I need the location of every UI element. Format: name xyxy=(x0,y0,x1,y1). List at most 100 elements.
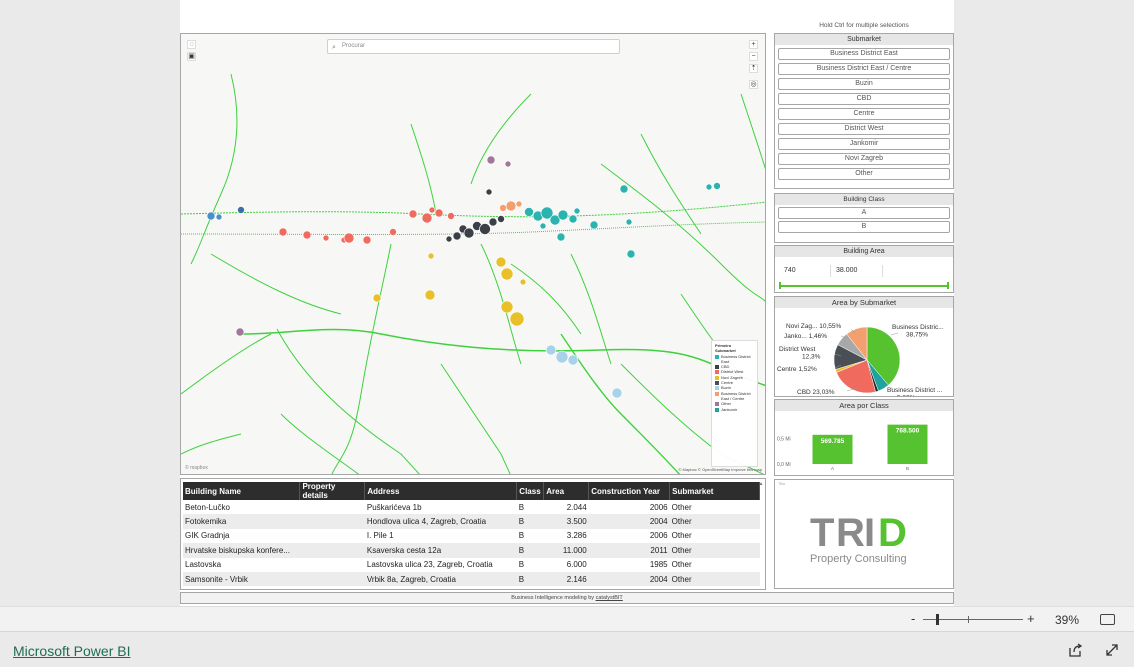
table-cell: 1985 xyxy=(649,560,668,570)
table-cell: B xyxy=(518,531,525,541)
column-header[interactable]: Building Name xyxy=(183,482,301,500)
table-cell: 11.000 xyxy=(543,543,589,558)
pie-label-nz: Novi Zag... 10,55% xyxy=(786,323,841,330)
map-canvas[interactable] xyxy=(181,34,766,475)
area-min-input[interactable]: 740 xyxy=(779,265,831,277)
column-header[interactable]: Address xyxy=(364,482,518,500)
building-area-slicer: Building Area 740 38.000 xyxy=(774,245,954,293)
column-header[interactable]: Submarket xyxy=(669,482,760,500)
table-cell: Other xyxy=(671,531,692,541)
area-max-handle[interactable] xyxy=(947,282,949,289)
submarket-option[interactable]: Buzin xyxy=(778,78,950,90)
map-search-placeholder: Procurar xyxy=(342,43,366,49)
buildings-table[interactable]: Building Name Property details Address Clas… xyxy=(180,478,766,590)
share-icon[interactable] xyxy=(1067,642,1083,658)
table-scrollbar[interactable]: ▲ xyxy=(758,481,764,587)
building-class-option[interactable]: A xyxy=(778,207,950,219)
column-header[interactable]: Construction Year xyxy=(588,482,671,500)
map-search-input[interactable]: ⌕ Procurar xyxy=(327,39,620,54)
table-cell: Vrbik 8a, Zagreb, Croatia xyxy=(364,571,517,587)
map-lasso-icon[interactable]: ▣ xyxy=(187,52,196,61)
area-by-submarket-chart[interactable]: Area by Submarket Business Distric... 38,… xyxy=(774,296,954,402)
table-cell: Ksaverska cesta 12a xyxy=(364,543,517,558)
table-cell xyxy=(300,529,365,543)
table-cell: Other xyxy=(669,514,760,529)
map-select-icon[interactable]: ◌ xyxy=(187,40,196,49)
table-cell: Other xyxy=(671,560,692,570)
zoom-slider-thumb[interactable] xyxy=(936,614,939,625)
legend-label: Business District East / Centre xyxy=(721,390,751,401)
logo-tiny-title: Title xyxy=(778,481,786,486)
building-class-slicer: Building Class AB xyxy=(774,193,954,243)
legend-item[interactable]: Business District East / Centre xyxy=(715,391,754,402)
footer-text: Business Intelligence modeling by xyxy=(511,595,596,601)
bar-value-label: 569.785 xyxy=(821,438,845,445)
column-header[interactable]: Property details xyxy=(299,482,366,500)
column-header[interactable]: Area xyxy=(543,482,590,500)
pie-label-bdec: Business District ...5,62% xyxy=(887,387,942,396)
table-row[interactable]: Beton-Lučko Puškarićeva 1b B 2.044 2006 Other xyxy=(183,500,760,514)
table-cell: Lastovska xyxy=(185,560,222,570)
table-cell: Other xyxy=(669,571,760,587)
powerbi-brand-link[interactable]: Microsoft Power BI xyxy=(13,643,130,659)
legend-item[interactable]: Jankomir xyxy=(715,407,754,412)
pie-label-centre: Centre 1,52% xyxy=(777,366,817,373)
submarket-option[interactable]: District West xyxy=(778,123,950,135)
pie-svg[interactable]: Business Distric... 38,75% Business Distr… xyxy=(775,308,953,402)
legend-swatch xyxy=(715,381,719,386)
footer-link[interactable]: catalystBIT xyxy=(596,595,623,601)
submarket-option[interactable]: CBD xyxy=(778,93,950,105)
legend-item[interactable]: Business District East xyxy=(715,354,754,365)
zoom-in-icon[interactable]: + xyxy=(749,40,758,49)
table-cell: 3.286 xyxy=(566,531,587,541)
fullscreen-icon[interactable] xyxy=(1104,642,1120,658)
submarket-option[interactable]: Centre xyxy=(778,108,950,120)
zoom-slider-midpoint xyxy=(968,616,969,623)
map-legend: Primeiro Submarket Business District Eas… xyxy=(711,340,758,467)
bar-svg[interactable]: 0,0 Mi 0,5 Mi 569.785 A 768.500 B xyxy=(775,411,953,475)
submarket-option[interactable]: Novi Zagreb xyxy=(778,153,950,165)
zoom-out-button[interactable]: - xyxy=(911,611,915,626)
submarket-option[interactable]: Jankomir xyxy=(778,138,950,150)
area-range-track[interactable] xyxy=(779,285,949,287)
logo-letter-d: D xyxy=(878,511,907,555)
table-row[interactable]: GIK Gradnja I. Pile 1 B 3.286 2006 Other xyxy=(183,529,760,543)
submarket-option[interactable]: Other xyxy=(778,168,950,180)
legend-label: Business District East xyxy=(721,353,751,364)
table-row[interactable]: Lastovska Lastovska ulica 23, Zagreb, Cro… xyxy=(183,558,760,572)
area-por-class-chart[interactable]: Area por Class 0,0 Mi 0,5 Mi 569.785 A 768.5… xyxy=(774,399,954,476)
map-visual[interactable]: ⌕ Procurar ◌ ▣ + − ⇡ ◎ Primeiro Submarke… xyxy=(180,33,766,475)
table-cell: 2006 xyxy=(649,502,668,512)
fit-to-page-icon[interactable] xyxy=(1100,614,1115,625)
zoom-out-icon[interactable]: − xyxy=(749,52,758,61)
zoom-level: 39% xyxy=(1055,613,1080,627)
map-attribution[interactable]: © Mapbox © OpenStreetMap Improve this ma… xyxy=(679,467,763,472)
search-icon: ⌕ xyxy=(332,44,336,51)
table-cell xyxy=(299,543,365,558)
trid-logo: T R I D Property Consulting xyxy=(810,511,907,565)
building-class-option[interactable]: B xyxy=(778,221,950,233)
bar-chart-title: Area por Class xyxy=(775,400,953,411)
table-cell: 6.000 xyxy=(566,560,587,570)
submarket-option[interactable]: Business District East / Centre xyxy=(778,63,950,75)
table-cell xyxy=(299,514,365,529)
compass-icon[interactable]: ⇡ xyxy=(749,64,758,73)
area-min-handle[interactable] xyxy=(779,282,781,289)
table-cell: 2004 xyxy=(588,571,670,587)
bar-ytick-label: 0,0 Mi xyxy=(777,462,791,468)
table-row[interactable]: Fotokemika Hondlova ulica 4, Zagreb, Croa… xyxy=(183,514,760,529)
legend-label: Jankomir xyxy=(721,406,738,412)
submarket-option[interactable]: Business District East xyxy=(778,48,950,60)
table-row[interactable]: Hrvatske biskupska konfere... Ksaverska c… xyxy=(183,543,760,558)
report-canvas: ⌕ Procurar ◌ ▣ + − ⇡ ◎ Primeiro Submarke… xyxy=(180,0,954,606)
geolocate-icon[interactable]: ◎ xyxy=(749,80,758,89)
logo-tagline: Property Consulting xyxy=(810,553,907,565)
legend-swatch xyxy=(715,407,719,412)
zoom-in-button[interactable]: + xyxy=(1027,611,1035,626)
area-max-input[interactable]: 38.000 xyxy=(831,265,883,277)
table-row[interactable]: Samsonite - Vrbik Vrbik 8a, Zagreb, Croat… xyxy=(183,571,760,587)
table-cell: I. Pile 1 xyxy=(366,531,394,541)
legend-swatch xyxy=(715,354,719,359)
scroll-up-icon[interactable]: ▲ xyxy=(758,481,764,487)
column-header[interactable]: Class xyxy=(516,482,545,500)
